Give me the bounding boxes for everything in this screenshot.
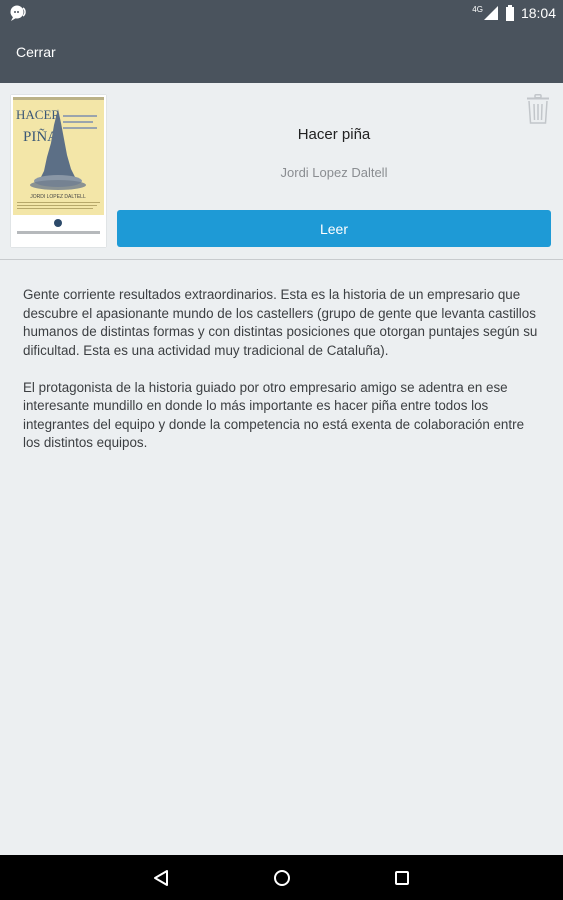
status-bar: 4G 18:04 <box>0 0 563 26</box>
battery-icon <box>505 5 514 21</box>
book-description: Gente corriente resultados extraordinari… <box>23 286 543 471</box>
network-type-label: 4G <box>472 4 483 14</box>
divider <box>0 259 563 260</box>
book-cover: HACER PIÑA JORDI LOPEZ DALTELL <box>11 95 106 247</box>
home-icon[interactable] <box>267 863 297 893</box>
close-button[interactable]: Cerrar <box>16 44 56 60</box>
navigation-bar <box>0 855 563 900</box>
description-paragraph: Gente corriente resultados extraordinari… <box>23 287 538 358</box>
signal-icon <box>483 6 498 20</box>
book-title: Hacer piña <box>297 126 371 143</box>
back-icon[interactable] <box>146 863 176 893</box>
description-paragraph: El protagonista de la historia guiado po… <box>23 379 525 451</box>
toolbar: Cerrar <box>0 26 563 83</box>
trash-icon[interactable] <box>526 94 550 124</box>
cover-title-line1: HACER <box>16 107 60 122</box>
cover-author: JORDI LOPEZ DALTELL <box>30 194 86 200</box>
read-button[interactable]: Leer <box>117 210 551 247</box>
talkback-icon <box>10 5 26 21</box>
recents-icon[interactable] <box>387 863 417 893</box>
book-author: Jordi Lopez Daltell <box>280 165 388 180</box>
clock: 18:04 <box>520 5 556 21</box>
book-cover-art: HACER PIÑA JORDI LOPEZ DALTELL <box>13 97 104 234</box>
